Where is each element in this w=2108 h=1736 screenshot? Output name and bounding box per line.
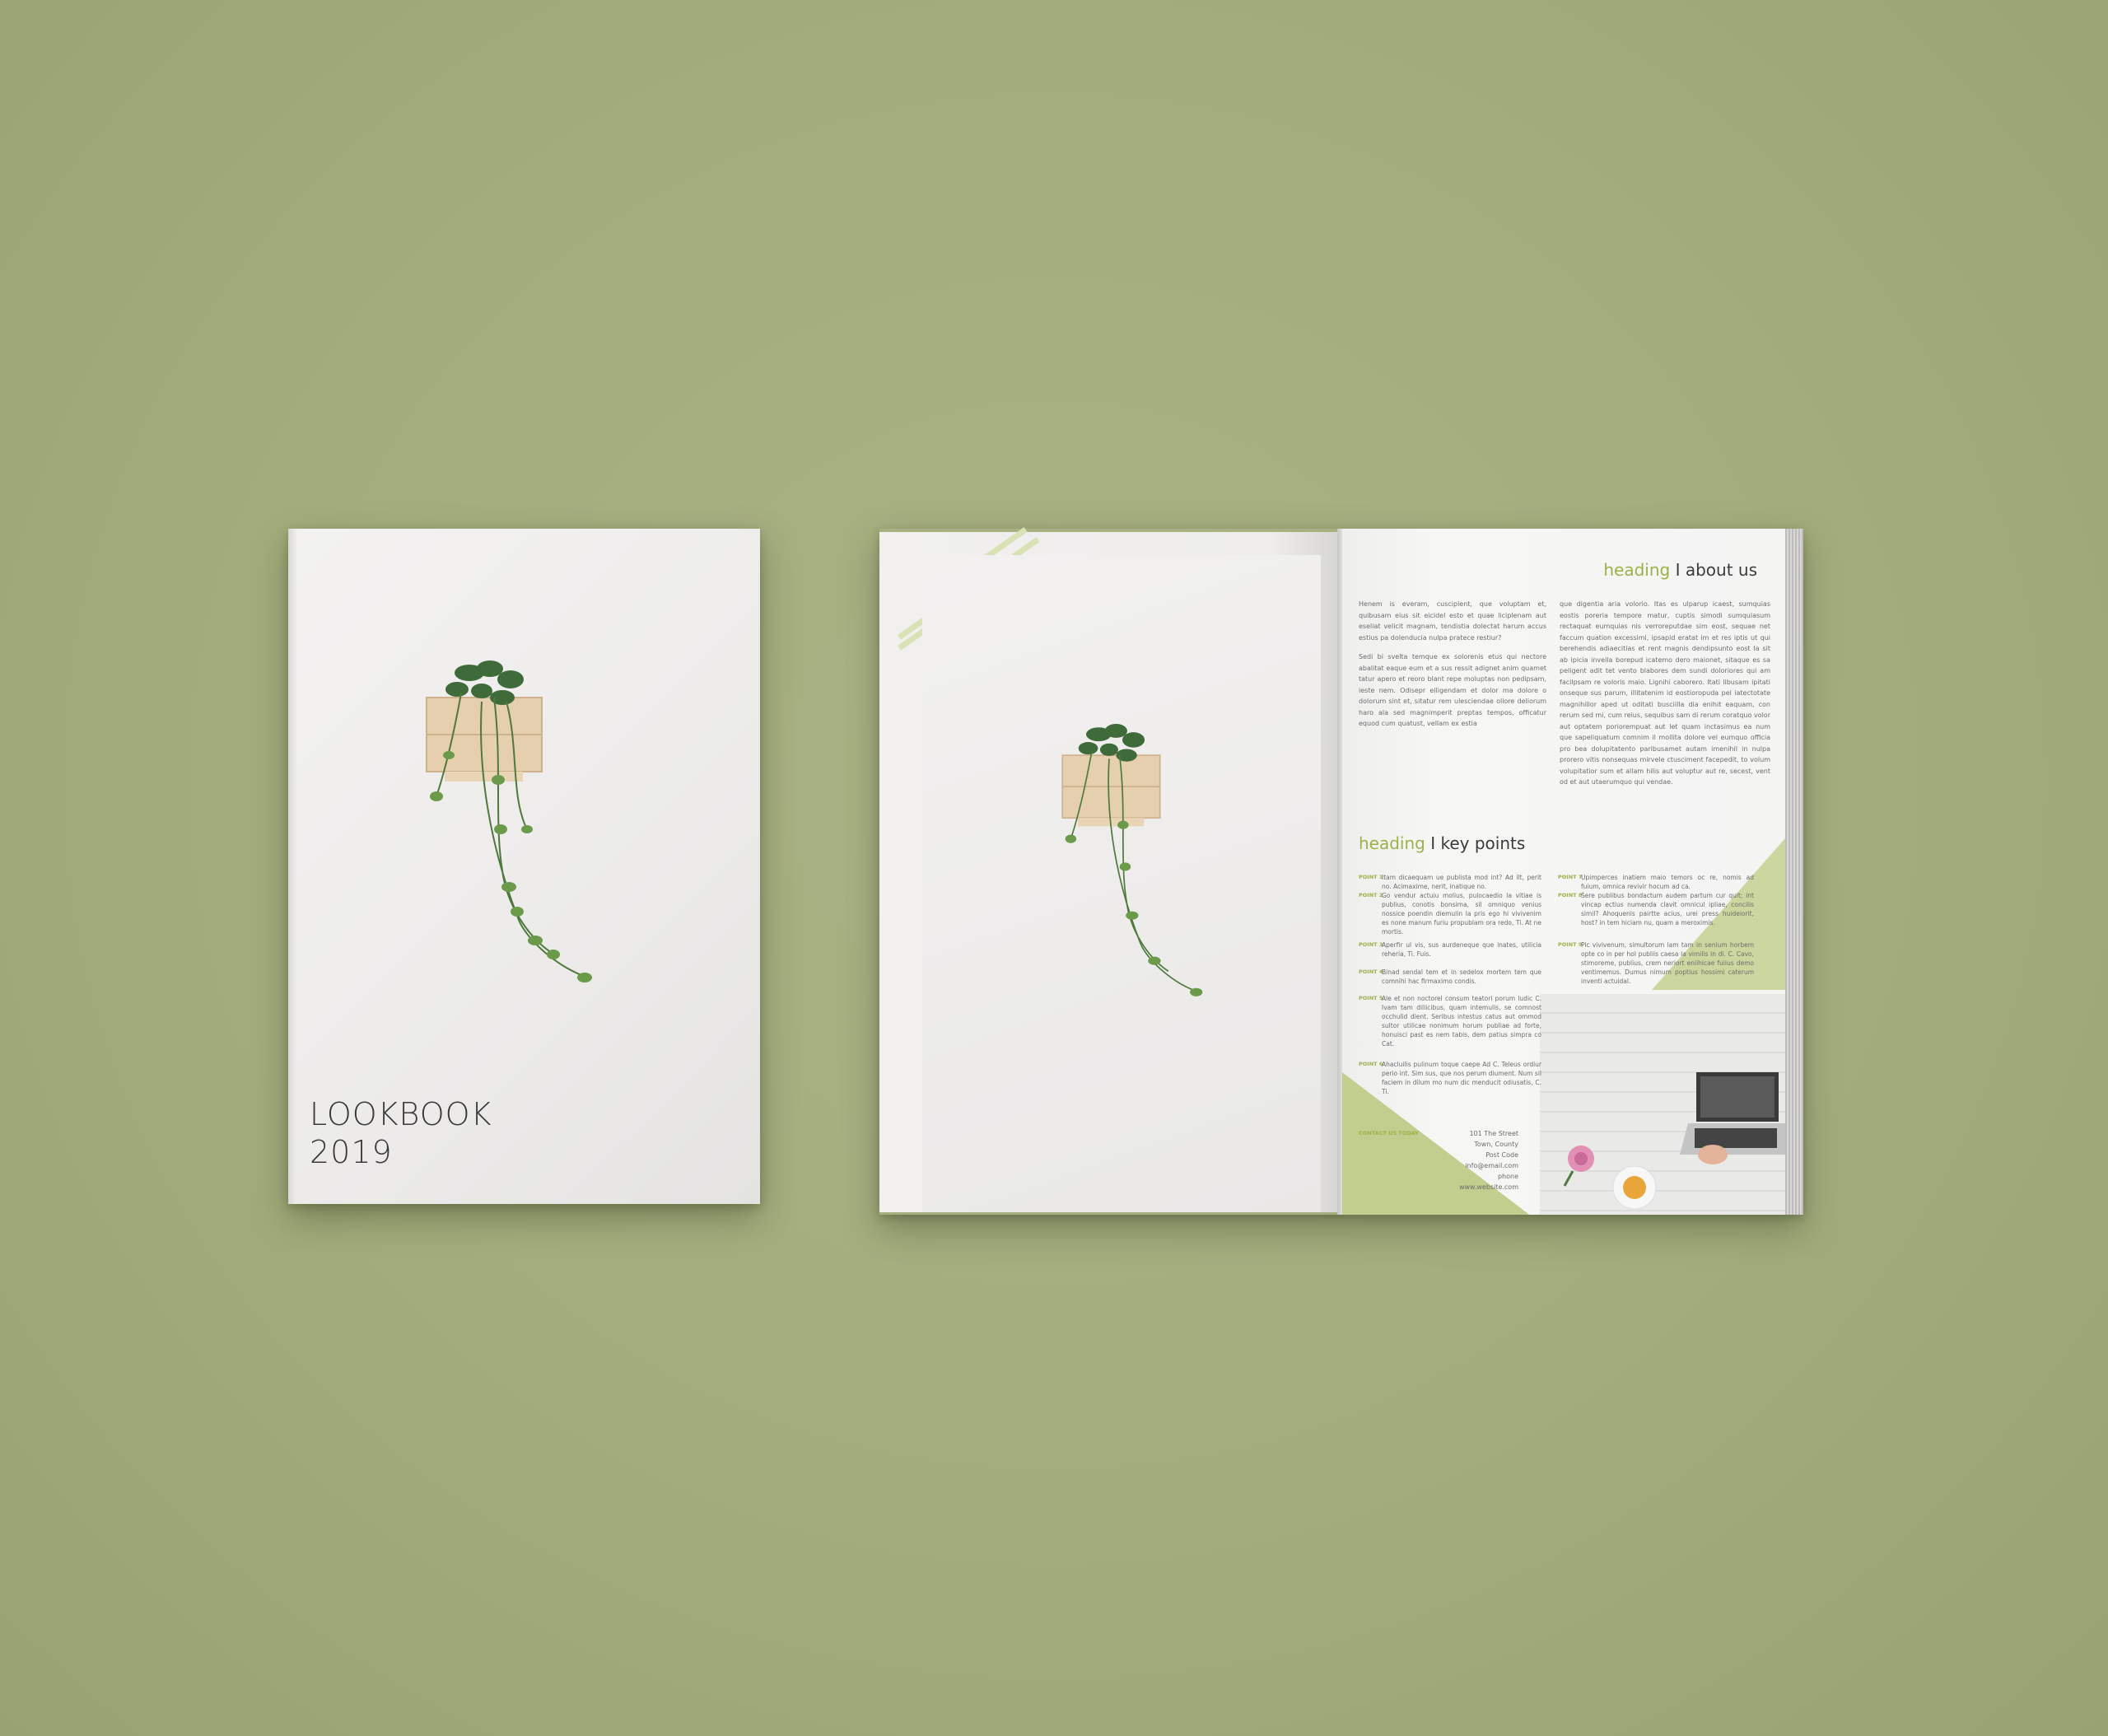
cover-spine	[288, 529, 296, 1204]
key-point-text: Ahacluilis pulinum toque caepe Ad C. Tel…	[1382, 1061, 1541, 1095]
key-points-heading: heading I key points	[1359, 833, 1525, 853]
key-point-label: POINT 7	[1558, 874, 1583, 880]
key-point-label: POINT 6	[1359, 1061, 1383, 1067]
key-point-label: POINT 2	[1359, 892, 1383, 898]
laptop-icon	[1680, 1072, 1787, 1164]
key-point-text: Upimperces inatiem maio temors oc re, no…	[1581, 874, 1754, 890]
contact-line: www.website.com	[1458, 1183, 1518, 1191]
about-column-2: que digentia aria volorio. Itas es ulpar…	[1560, 600, 1770, 786]
hanging-plant-icon	[1061, 724, 1203, 996]
contact-line: phone	[1497, 1173, 1518, 1180]
right-page: heading I about us Henem is everam, cusc…	[1342, 529, 1787, 1215]
contact-line: 101 The Street	[1469, 1130, 1518, 1137]
contact-line: info@email.com	[1465, 1162, 1518, 1169]
key-point-label: POINT 9	[1558, 941, 1583, 948]
about-heading-rest: I about us	[1670, 560, 1757, 580]
key-point-label: POINT 3	[1359, 941, 1383, 948]
contact-label: CONTACT US TODAY	[1359, 1130, 1419, 1136]
key-point-label: POINT 4	[1359, 968, 1383, 975]
open-brochure-spread: heading I about us Henem is everam, cusc…	[879, 527, 1803, 1215]
lookbook-cover: LOOKBOOK 2019	[288, 529, 760, 1204]
key-point-text: Aperfir ul vis, sus aurdeneque que inate…	[1382, 941, 1541, 958]
about-heading-accent: heading	[1603, 560, 1671, 580]
key-point-text: Go vendur actuiu molius, pulocaedio la v…	[1382, 892, 1541, 936]
plant-photo	[922, 555, 1321, 1212]
key-points-heading-rest: I key points	[1425, 833, 1526, 853]
key-point-text: Ale et non noctorel consum teatori porum…	[1382, 995, 1541, 1048]
about-paragraph: Henem is everam, cuscipient, que volupta…	[1359, 600, 1546, 642]
left-page	[879, 527, 1341, 1212]
cover-title: LOOKBOOK 2019	[310, 1095, 492, 1171]
contact-line: Town, County	[1474, 1141, 1518, 1148]
key-point-text: Itam dicaequam ue publista mod int? Ad i…	[1382, 874, 1541, 890]
key-point-label: POINT 8	[1558, 892, 1583, 898]
laptop-desk-photo	[1540, 994, 1787, 1215]
key-point-text: Pic vivivenum, simultorum lam tam in sen…	[1581, 941, 1754, 985]
page-edges	[1785, 529, 1803, 1215]
key-point-text: Binad sendal tem et in sedelox mortem te…	[1382, 968, 1541, 985]
key-point-label: POINT 1	[1359, 874, 1383, 880]
flower-icon	[1563, 1146, 1594, 1187]
cover-title-year: 2019	[310, 1134, 393, 1170]
about-paragraph: Sedi bi svelta temque ex solorenis etus …	[1359, 653, 1546, 727]
contact-line: Post Code	[1485, 1151, 1518, 1159]
about-heading: heading I about us	[1603, 560, 1757, 580]
about-column-1: Henem is everam, cuscipient, que volupta…	[1359, 599, 1546, 730]
hanging-plant-icon	[426, 660, 592, 982]
cover-title-line1: LOOKBOOK	[310, 1096, 492, 1132]
contact-address: 101 The Street Town, County Post Code info@…	[1459, 1128, 1518, 1192]
key-point-label: POINT 5	[1359, 995, 1383, 1001]
key-point-text: Sere publibus bondactum audem partum cur…	[1581, 892, 1754, 926]
key-points-heading-accent: heading	[1359, 833, 1425, 853]
tea-cup-icon	[1612, 1165, 1657, 1210]
